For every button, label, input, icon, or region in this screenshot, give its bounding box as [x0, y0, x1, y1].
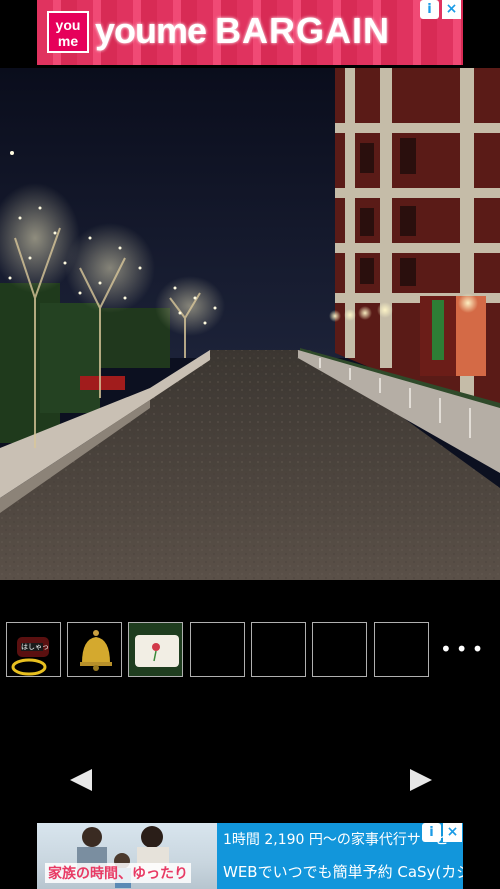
inventory-slot-7[interactable] [374, 622, 429, 677]
ad-brand-text: youme BARGAIN [95, 10, 390, 52]
youme-logo: you me [47, 11, 89, 53]
ad-brand-main: youme [95, 10, 207, 51]
rose-card-icon [129, 623, 182, 676]
right-arrow-button[interactable] [400, 760, 440, 804]
top-banner-ad[interactable]: you me youme BARGAIN i × [37, 0, 463, 65]
svg-text:はしゃっ: はしゃっ [21, 643, 49, 651]
inventory-slot-3[interactable] [128, 622, 183, 677]
ad-line-2: WEBでいつでも簡単予約 CaSy(カジー) [223, 863, 463, 881]
inventory-slot-1[interactable]: はしゃっ [6, 622, 61, 677]
inventory-slot-4[interactable] [190, 622, 245, 677]
more-options-button[interactable]: ••• [440, 636, 484, 662]
ad-brand-sub: BARGAIN [215, 10, 391, 51]
red-toy-car-icon: はしゃっ [11, 637, 49, 676]
adchoices-icon[interactable]: i [420, 0, 439, 19]
game-scene[interactable] [0, 68, 500, 580]
inventory-slot-5[interactable] [251, 622, 306, 677]
right-arrow-icon [410, 769, 432, 791]
gold-bell-icon [80, 630, 112, 671]
close-icon[interactable]: × [442, 0, 461, 19]
close-icon[interactable]: × [443, 823, 462, 842]
left-arrow-icon [70, 769, 92, 791]
ad-line-1: 1時間 2,190 円〜の家事代行サービ [223, 832, 449, 848]
bottom-banner-ad[interactable]: 家族の時間、ゆったり 1時間 2,190 円〜の家事代行サービ WEBでいつでも… [37, 823, 463, 889]
inventory-slot-6[interactable] [312, 622, 367, 677]
ad-slogan: 家族の時間、ゆったり [45, 863, 191, 883]
christmas-street-scene-icon [0, 68, 500, 580]
left-arrow-button[interactable] [62, 760, 102, 804]
adchoices-icon[interactable]: i [422, 823, 441, 842]
inventory-slot-2[interactable] [67, 622, 122, 677]
